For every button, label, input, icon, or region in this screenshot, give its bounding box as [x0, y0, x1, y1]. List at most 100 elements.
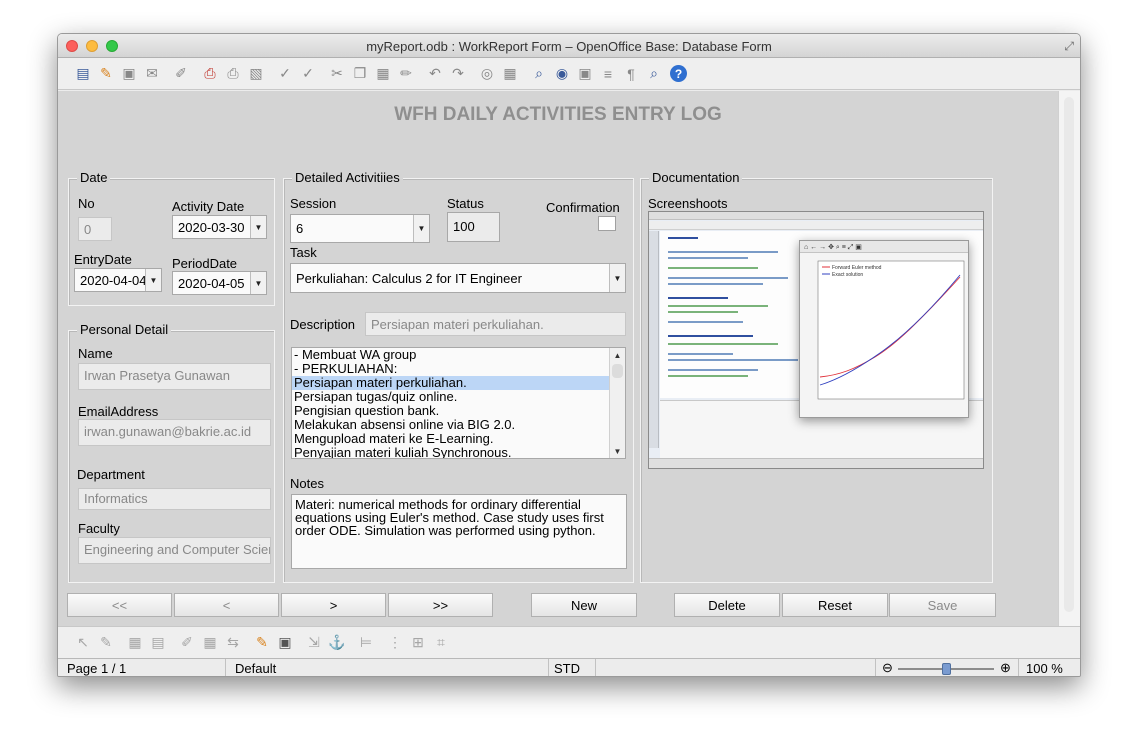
activation-order-icon[interactable]: ⇆	[222, 632, 244, 654]
email-field[interactable]: irwan.gunawan@bakrie.ac.id	[78, 419, 271, 446]
display-grid-icon[interactable]: ⋮	[384, 632, 406, 654]
task-field[interactable]: Perkuliahan: Calculus 2 for IT Engineer …	[290, 263, 626, 293]
form-navigator-icon[interactable]: ✐	[176, 632, 198, 654]
edit-document-icon[interactable]: ▤	[72, 63, 94, 85]
copy-icon[interactable]: ❐	[349, 63, 371, 85]
anchor-icon[interactable]: ⚓	[326, 632, 348, 654]
session-field[interactable]: 6 ▼	[290, 214, 430, 243]
app-window: myReport.odb : WorkReport Form – OpenOff…	[57, 33, 1081, 677]
redo-icon[interactable]: ↷	[447, 63, 469, 85]
zoom-slider-thumb[interactable]	[942, 663, 951, 675]
position-size-icon[interactable]: ⇲	[303, 632, 325, 654]
entry-date-field[interactable]: 2020-04-04 ▼	[74, 268, 162, 292]
clone-formatting-icon[interactable]: ✏	[395, 63, 417, 85]
period-date-field[interactable]: 2020-04-05 ▼	[172, 271, 267, 295]
status-bar: Page 1 / 1 Default STD ⊖ ⊕ 100 %	[58, 658, 1080, 676]
delete-record-button[interactable]: Delete	[674, 593, 780, 617]
scroll-thumb[interactable]	[612, 364, 623, 378]
list-item[interactable]: Mengupload materi ke E-Learning.	[292, 432, 625, 446]
scroll-up-icon[interactable]: ▲	[610, 348, 625, 362]
screenshot-plot-window: ⌂ ← → ✥ ⌕ ≡ ⤢ ▣ Forward Euler method Exa…	[799, 240, 969, 418]
list-item[interactable]: Melakukan absensi online via BIG 2.0.	[292, 418, 625, 432]
notes-label: Notes	[290, 476, 324, 491]
gallery-icon[interactable]: ▣	[574, 63, 596, 85]
chevron-down-icon[interactable]: ▼	[413, 215, 429, 242]
control-properties-icon[interactable]: ▦	[124, 632, 146, 654]
edit-mode-icon[interactable]: ✐	[170, 63, 192, 85]
scroll-down-icon[interactable]: ▼	[610, 444, 625, 458]
no-field[interactable]: 0	[78, 217, 112, 241]
screenshot-image[interactable]: ⌂ ← → ✥ ⌕ ≡ ⤢ ▣ Forward Euler method Exa…	[648, 211, 984, 469]
list-item[interactable]: - PERKULIAHAN:	[292, 362, 625, 376]
form-properties-icon[interactable]: ▤	[147, 632, 169, 654]
vertical-scroll-thumb[interactable]	[1064, 97, 1074, 612]
save-icon[interactable]: ▣	[118, 63, 140, 85]
add-field-icon[interactable]: ▦	[199, 632, 221, 654]
zoom-out-icon[interactable]: ⊖	[882, 660, 893, 676]
list-item[interactable]: - Membuat WA group	[292, 348, 625, 362]
first-record-button[interactable]: <<	[67, 593, 172, 617]
guides-icon[interactable]: ⌗	[430, 632, 452, 654]
data-sources-icon[interactable]: ≡	[597, 63, 619, 85]
name-field[interactable]: Irwan Prasetya Gunawan	[78, 363, 271, 390]
previous-record-button[interactable]: <	[174, 593, 279, 617]
list-item[interactable]: Penyajian materi kuliah Synchronous.	[292, 446, 625, 459]
legend-exact-solution: Exact solution	[832, 272, 863, 278]
status-field[interactable]: 100	[447, 212, 500, 242]
print-icon[interactable]: ⎙	[222, 63, 244, 85]
paste-icon[interactable]: ▦	[372, 63, 394, 85]
hyperlink-icon[interactable]: ◉	[551, 63, 573, 85]
department-field[interactable]: Informatics	[78, 488, 271, 510]
next-record-button[interactable]: >	[281, 593, 386, 617]
chevron-down-icon[interactable]: ▼	[250, 272, 266, 294]
open-design-mode-icon[interactable]: ✎	[251, 632, 273, 654]
cut-icon[interactable]: ✂	[326, 63, 348, 85]
reset-button[interactable]: Reset	[782, 593, 888, 617]
new-document-icon[interactable]: ✎	[95, 63, 117, 85]
list-item[interactable]: Pengisian question bank.	[292, 404, 625, 418]
zoom-icon[interactable]: ⌕	[643, 63, 665, 85]
last-record-button[interactable]: >>	[388, 593, 493, 617]
chevron-down-icon[interactable]: ▼	[145, 269, 161, 291]
description-field[interactable]: Persiapan materi perkuliahan.	[365, 312, 626, 336]
table-icon[interactable]: ▦	[499, 63, 521, 85]
help-icon[interactable]: ?	[670, 65, 687, 82]
new-record-button[interactable]: New	[531, 593, 637, 617]
export-pdf-icon[interactable]: ⎙	[199, 63, 221, 85]
activity-date-field[interactable]: 2020-03-30 ▼	[172, 215, 267, 239]
spellcheck-icon[interactable]: ✓	[274, 63, 296, 85]
activity-date-value: 2020-03-30	[178, 220, 245, 235]
print-preview-icon[interactable]: ▧	[245, 63, 267, 85]
faculty-field[interactable]: Engineering and Computer Scier	[78, 537, 271, 564]
form-canvas: WFH DAILY ACTIVITIES ENTRY LOG Date No 0…	[58, 91, 1058, 626]
undo-icon[interactable]: ↶	[424, 63, 446, 85]
chevron-down-icon[interactable]: ▼	[609, 264, 625, 292]
session-value: 6	[296, 221, 304, 236]
fullscreen-icon[interactable]: ⤢	[1064, 39, 1074, 54]
list-item[interactable]: Persiapan materi perkuliahan.	[292, 376, 625, 390]
listbox-scrollbar[interactable]: ▲ ▼	[609, 348, 625, 458]
navigator-icon[interactable]: ◎	[476, 63, 498, 85]
activity-listbox[interactable]: - Membuat WA group - PERKULIAHAN: Persiapa…	[291, 347, 626, 459]
faculty-label: Faculty	[78, 521, 120, 536]
form-design-toolbar: ↖ ✎ ▦ ▤ ✐ ▦ ⇆ ✎ ▣ ⇲ ⚓ ⊨ ⋮ ⊞ ⌗	[58, 626, 1058, 658]
zoom-in-icon[interactable]: ⊕	[1000, 660, 1011, 676]
personal-detail-legend: Personal Detail	[77, 322, 172, 337]
page-indicator: Page 1 / 1	[67, 661, 127, 676]
list-item[interactable]: Persiapan tugas/quiz online.	[292, 390, 625, 404]
design-mode-icon[interactable]: ✎	[95, 632, 117, 654]
autospellcheck-icon[interactable]: ✓	[297, 63, 319, 85]
find-icon[interactable]: ⌕	[528, 63, 550, 85]
formatting-marks-icon[interactable]: ¶	[620, 63, 642, 85]
confirmation-checkbox[interactable]	[598, 216, 616, 231]
vertical-scrollbar[interactable]	[1058, 91, 1080, 626]
select-icon[interactable]: ↖	[72, 632, 94, 654]
chevron-down-icon[interactable]: ▼	[250, 216, 266, 238]
wizards-icon[interactable]: ▣	[274, 632, 296, 654]
snap-to-grid-icon[interactable]: ⊞	[407, 632, 429, 654]
alignment-icon[interactable]: ⊨	[355, 632, 377, 654]
notes-field[interactable]: Materi: numerical methods for ordinary d…	[291, 494, 627, 569]
save-record-button[interactable]: Save	[889, 593, 996, 617]
screenshot-toolbar	[649, 221, 983, 230]
send-email-icon[interactable]: ✉	[141, 63, 163, 85]
